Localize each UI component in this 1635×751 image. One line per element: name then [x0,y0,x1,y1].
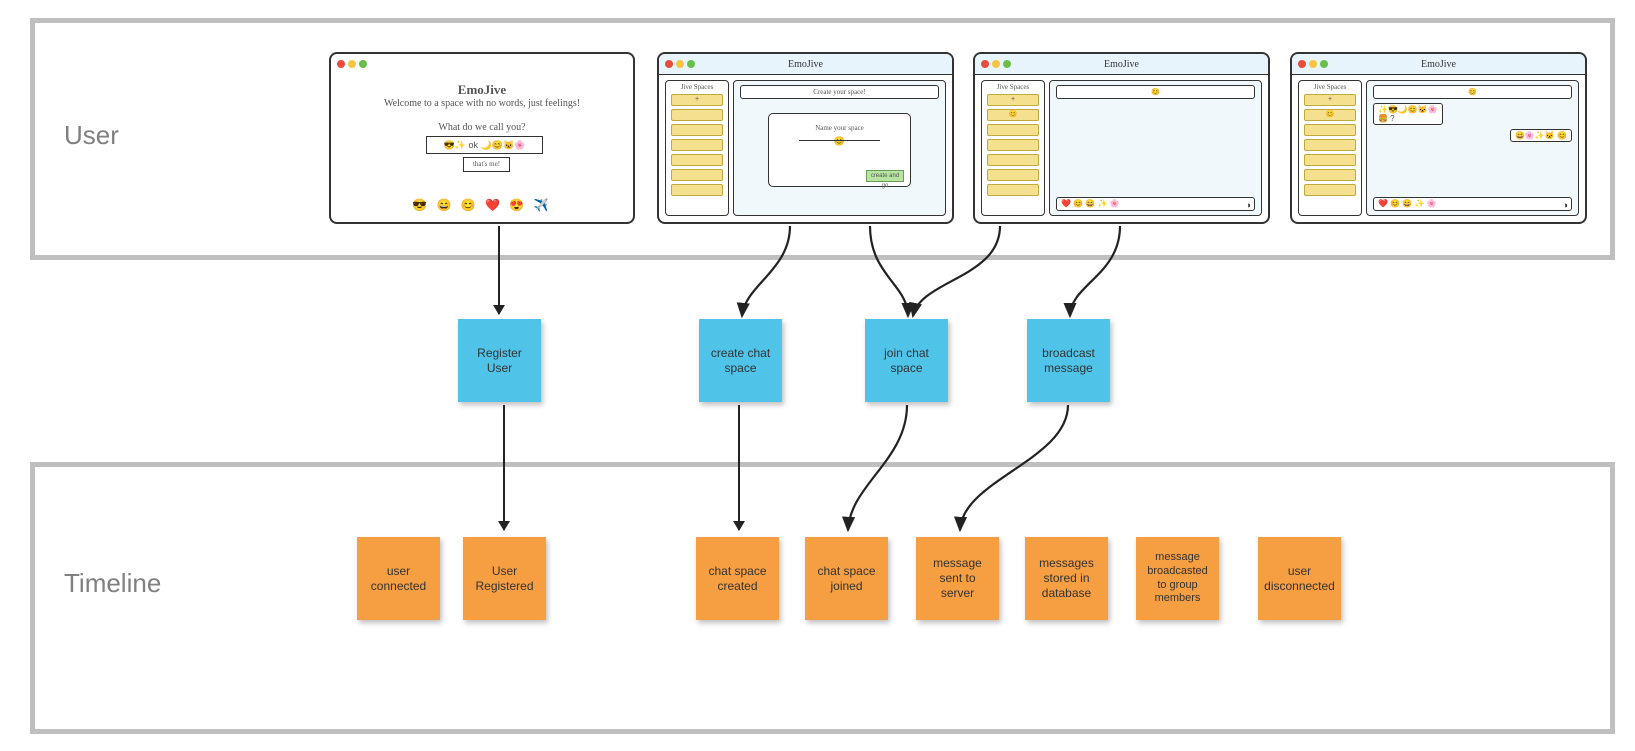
name-question: What do we call you? [331,122,633,133]
sidebar: Jive Spaces + 😊 [981,80,1045,216]
sidebar-item [987,139,1039,151]
pane-header: Create your space! [740,85,939,99]
create-space-card: Name your space 😊 create and go [768,113,911,187]
chat-bubble-left: ✨😎🌙😊🐱🌸 🍔 ? [1373,103,1443,125]
mockup-join-space: EmoJive Jive Spaces + 😊 😊 ❤️ 😊 😄 ✨ 🌸 ◑ [973,52,1270,224]
sidebar-item [671,124,723,136]
sidebar-item [671,169,723,181]
sidebar-item-selected: 😊 [1304,109,1356,121]
minimize-icon [348,60,356,68]
window-title: EmoJive [659,59,952,70]
event-space-created: chat space created [696,537,779,620]
sidebar-item [671,139,723,151]
add-space-button: + [987,94,1039,106]
app-title: EmoJive [331,82,633,98]
timeline-lane-label: Timeline [64,568,161,599]
arrow [503,405,505,530]
sidebar-item [1304,124,1356,136]
window-title: EmoJive [975,59,1268,70]
main-pane: 😊 ❤️ 😊 😄 ✨ 🌸 ◑ [1049,80,1262,216]
event-user-registered: User Registered [463,537,546,620]
window-controls: EmoJive [1292,54,1585,75]
send-icon: ◑ [1563,199,1568,211]
maximize-icon [359,60,367,68]
main-pane: Create your space! Name your space 😊 cre… [733,80,946,216]
window-controls: EmoJive [975,54,1268,75]
close-icon [337,60,345,68]
event-user-disconnected: user disconnected [1258,537,1341,620]
sidebar-item [987,124,1039,136]
main-pane: 😊 ✨😎🌙😊🐱🌸 🍔 ? 😄🌸✨🐱 😊 ❤️ 😊 😄 ✨ 🌸 ◑ [1366,80,1579,216]
action-join-space: join chat space [865,319,948,402]
sidebar-item [987,154,1039,166]
sidebar-title: Jive Spaces [982,83,1044,91]
event-space-joined: chat space joined [805,537,888,620]
mockup-register: EmoJive Welcome to a space with no words… [329,52,635,224]
sidebar-item [1304,139,1356,151]
chat-bubble-right: 😄🌸✨🐱 😊 [1510,129,1572,142]
footer-emojis: 😎 😄 😊 ❤️ 😍 ✈️ [331,198,633,212]
window-controls: EmoJive [659,54,952,75]
user-lane-label: User [64,120,119,151]
sidebar-item [1304,169,1356,181]
mockup-create-space: EmoJive Jive Spaces + Create your space!… [657,52,954,224]
sidebar-item [671,109,723,121]
mockup-chat: EmoJive Jive Spaces + 😊 😊 ✨😎🌙😊🐱🌸 🍔 ? 😄🌸✨… [1290,52,1587,224]
input-emojis: ❤️ 😊 😄 ✨ 🌸 [1061,199,1120,208]
submit-button: that's me! [463,157,510,172]
action-broadcast: broadcast message [1027,319,1110,402]
message-input: ❤️ 😊 😄 ✨ 🌸 ◑ [1056,197,1255,211]
action-register-user: Register User [458,319,541,402]
sidebar-title: Jive Spaces [666,83,728,91]
add-space-button: + [1304,94,1356,106]
add-space-button: + [671,94,723,106]
arrow [738,405,740,530]
input-emojis: ❤️ 😊 😄 ✨ 🌸 [1378,199,1437,208]
window-title: EmoJive [1292,59,1585,70]
input-line [799,140,880,141]
card-title: Name your space [769,124,910,132]
create-button: create and go [866,170,904,182]
sidebar: Jive Spaces + 😊 [1298,80,1362,216]
event-msg-sent: message sent to server [916,537,999,620]
sidebar-item [987,184,1039,196]
window-controls [331,54,633,74]
action-create-space: create chat space [699,319,782,402]
send-icon: ◑ [1246,199,1251,211]
sidebar-item [987,169,1039,181]
event-msg-broadcast: message broadcasted to group members [1136,537,1219,620]
event-user-connected: user connected [357,537,440,620]
sidebar-item [671,184,723,196]
card-emoji: 😊 [769,136,910,147]
sidebar: Jive Spaces + [665,80,729,216]
sidebar-item [671,154,723,166]
name-input: 😎✨ ok 🌙😊🐱🌸 [426,136,543,154]
pane-header: 😊 [1373,85,1572,99]
sidebar-item [1304,184,1356,196]
welcome-text: Welcome to a space with no words, just f… [331,98,633,109]
sidebar-title: Jive Spaces [1299,83,1361,91]
pane-header: 😊 [1056,85,1255,99]
message-input: ❤️ 😊 😄 ✨ 🌸 ◑ [1373,197,1572,211]
sidebar-item-selected: 😊 [987,109,1039,121]
event-msg-stored: messages stored in database [1025,537,1108,620]
sidebar-item [1304,154,1356,166]
arrow [498,226,500,314]
